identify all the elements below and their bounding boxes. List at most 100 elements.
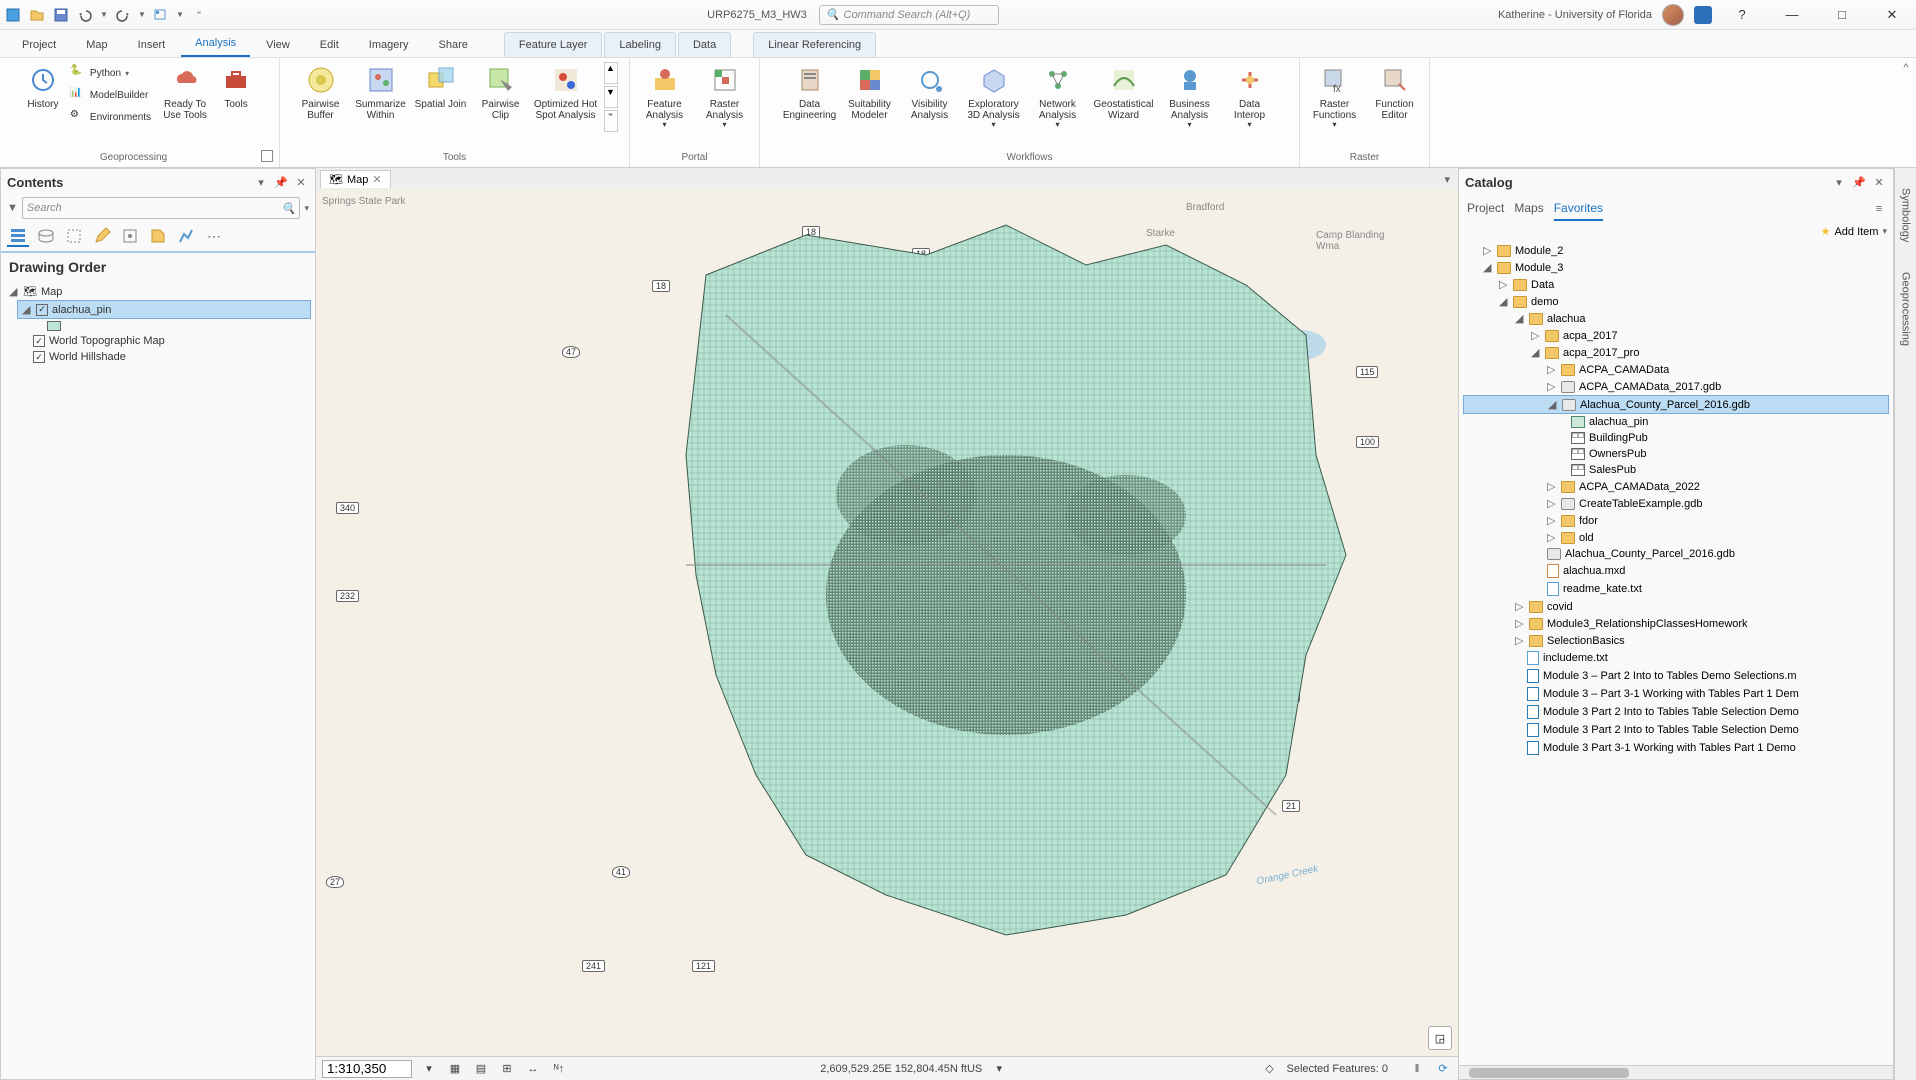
open-project-icon[interactable] (28, 6, 46, 24)
geostatistical-button[interactable]: Geostatistical Wizard (1089, 62, 1159, 123)
tree-aprx[interactable]: Module 3 Part 2 Into to Tables Table Sel… (1463, 721, 1889, 739)
tree-folder[interactable]: ▷ACPA_CAMAData (1463, 361, 1889, 378)
gallery-down-icon[interactable]: ▼ (604, 86, 618, 108)
command-search-input[interactable]: 🔍 Command Search (Alt+Q) (819, 5, 999, 25)
python-button[interactable]: 🐍Python▾ (66, 62, 155, 84)
search-dropdown-icon[interactable]: ▾ (304, 203, 309, 214)
tree-folder[interactable]: ▷SelectionBasics (1463, 632, 1889, 649)
network-analysis-button[interactable]: Network Analysis▾ (1029, 62, 1087, 132)
modelbuilder-button[interactable]: 📊ModelBuilder (66, 84, 155, 106)
spatial-join-button[interactable]: Spatial Join (412, 62, 470, 112)
tree-folder[interactable]: ◢acpa_2017_pro (1463, 344, 1889, 361)
collapse-ribbon-icon[interactable]: ^ (1903, 62, 1908, 74)
close-button[interactable]: ✕ (1872, 3, 1912, 27)
tree-folder[interactable]: ◢Module_3 (1463, 259, 1889, 276)
collapse-icon[interactable]: ◢ (1548, 398, 1558, 411)
refresh-icon[interactable]: ⟳ (1434, 1060, 1452, 1078)
view-dropdown-icon[interactable]: ▾ (1436, 173, 1458, 186)
visibility-checkbox[interactable]: ✓ (33, 335, 45, 347)
catalog-tab-favorites[interactable]: Favorites (1554, 197, 1603, 221)
avatar[interactable] (1662, 4, 1684, 26)
catalog-hscrollbar[interactable] (1459, 1065, 1893, 1079)
dropdown-icon[interactable]: ▾ (1882, 226, 1887, 237)
tree-folder[interactable]: ▷fdor (1463, 512, 1889, 529)
close-pane-icon[interactable]: ✕ (293, 174, 309, 190)
status-tool-icon[interactable]: ▤ (472, 1060, 490, 1078)
expand-icon[interactable]: ▷ (1515, 600, 1525, 613)
tab-labeling[interactable]: Labeling (604, 32, 676, 57)
collapse-icon[interactable]: ◢ (1515, 312, 1525, 325)
list-by-source-icon[interactable] (35, 225, 57, 247)
expand-icon[interactable]: ▷ (1531, 329, 1541, 342)
list-by-labeling-icon[interactable] (147, 225, 169, 247)
visibility-button[interactable]: Visibility Analysis (901, 62, 959, 123)
feature-analysis-button[interactable]: Feature Analysis▾ (636, 62, 694, 132)
pairwise-clip-button[interactable]: Pairwise Clip (472, 62, 530, 123)
scale-dropdown-icon[interactable]: ▾ (420, 1060, 438, 1078)
tree-table[interactable]: OwnersPub (1463, 446, 1889, 462)
tree-table[interactable]: SalesPub (1463, 462, 1889, 478)
tab-insert[interactable]: Insert (124, 33, 180, 57)
navigator-icon[interactable]: ◲ (1428, 1026, 1452, 1050)
visibility-checkbox[interactable]: ✓ (33, 351, 45, 363)
symbology-tab[interactable]: Symbology (1900, 188, 1912, 242)
tree-featureclass[interactable]: alachua_pin (1463, 414, 1889, 430)
tree-folder[interactable]: ◢demo (1463, 293, 1889, 310)
tab-project[interactable]: Project (8, 33, 70, 57)
tree-gdb[interactable]: ▷CreateTableExample.gdb (1463, 495, 1889, 512)
list-by-perf-icon[interactable] (175, 225, 197, 247)
gallery-more-icon[interactable]: ⁼ (604, 110, 618, 132)
expand-icon[interactable]: ▷ (1547, 531, 1557, 544)
undo-icon[interactable] (76, 6, 94, 24)
pane-menu-icon[interactable]: ▾ (253, 174, 269, 190)
collapse-icon[interactable]: ◢ (22, 303, 32, 316)
tree-folder[interactable]: ▷acpa_2017 (1463, 327, 1889, 344)
environments-button[interactable]: ⚙Environments (66, 106, 155, 128)
tree-gdb-selected[interactable]: ◢Alachua_County_Parcel_2016.gdb (1463, 395, 1889, 414)
map-canvas[interactable]: Springs State Park Bradford Starke Camp … (316, 190, 1458, 1056)
redo-dropdown-icon[interactable]: ▼ (138, 6, 146, 24)
close-tab-icon[interactable]: ✕ (372, 173, 381, 186)
tools-button[interactable]: Tools (215, 62, 257, 112)
toc-more-icon[interactable]: ⋯ (203, 225, 225, 247)
status-tool-icon[interactable]: ▦ (446, 1060, 464, 1078)
expand-icon[interactable]: ▷ (1515, 617, 1525, 630)
qat-dropdown-icon[interactable]: ▼ (176, 6, 184, 24)
expand-icon[interactable]: ▷ (1547, 497, 1557, 510)
tree-txt[interactable]: includeme.txt (1463, 649, 1889, 667)
tree-aprx[interactable]: Module 3 – Part 3-1 Working with Tables … (1463, 685, 1889, 703)
raster-functions-button[interactable]: fxRaster Functions▾ (1306, 62, 1364, 132)
catalog-tab-maps[interactable]: Maps (1514, 197, 1543, 221)
tab-imagery[interactable]: Imagery (355, 33, 423, 57)
gallery-up-icon[interactable]: ▲ (604, 62, 618, 84)
pause-drawing-icon[interactable]: ‖ (1408, 1060, 1426, 1078)
tab-view[interactable]: View (252, 33, 304, 57)
redo-icon[interactable] (114, 6, 132, 24)
scale-input[interactable] (322, 1060, 412, 1078)
tree-gdb[interactable]: ▷ACPA_CAMAData_2017.gdb (1463, 378, 1889, 395)
tree-gdb[interactable]: Alachua_County_Parcel_2016.gdb (1463, 546, 1889, 562)
catalog-tab-project[interactable]: Project (1467, 197, 1504, 221)
pin-icon[interactable]: 📌 (1851, 174, 1867, 190)
maximize-button[interactable]: □ (1822, 3, 1862, 27)
notification-icon[interactable] (1694, 6, 1712, 24)
tree-folder[interactable]: ▷ACPA_CAMAData_2022 (1463, 478, 1889, 495)
list-by-editing-icon[interactable] (91, 225, 113, 247)
minimize-button[interactable]: — (1772, 3, 1812, 27)
filter-icon[interactable]: ▼ (7, 202, 18, 214)
tab-feature-layer[interactable]: Feature Layer (504, 32, 602, 57)
add-item-button[interactable]: Add Item (1834, 226, 1878, 238)
status-tool-icon[interactable]: ⊞ (498, 1060, 516, 1078)
function-editor-button[interactable]: Function Editor (1366, 62, 1424, 123)
map-tab[interactable]: 🗺 Map ✕ (320, 170, 391, 188)
list-by-snapping-icon[interactable] (119, 225, 141, 247)
collapse-icon[interactable]: ◢ (1499, 295, 1509, 308)
symbol-row[interactable] (5, 319, 311, 333)
help-icon[interactable]: ? (1722, 3, 1762, 27)
hotspot-button[interactable]: Optimized Hot Spot Analysis (532, 62, 600, 123)
expand-icon[interactable]: ▷ (1547, 480, 1557, 493)
tree-aprx[interactable]: Module 3 Part 2 Into to Tables Table Sel… (1463, 703, 1889, 721)
tree-table[interactable]: BuildingPub (1463, 430, 1889, 446)
layer-row-hillshade[interactable]: ✓ World Hillshade (29, 349, 311, 365)
status-tool-icon[interactable]: ᴺ↑ (550, 1060, 568, 1078)
